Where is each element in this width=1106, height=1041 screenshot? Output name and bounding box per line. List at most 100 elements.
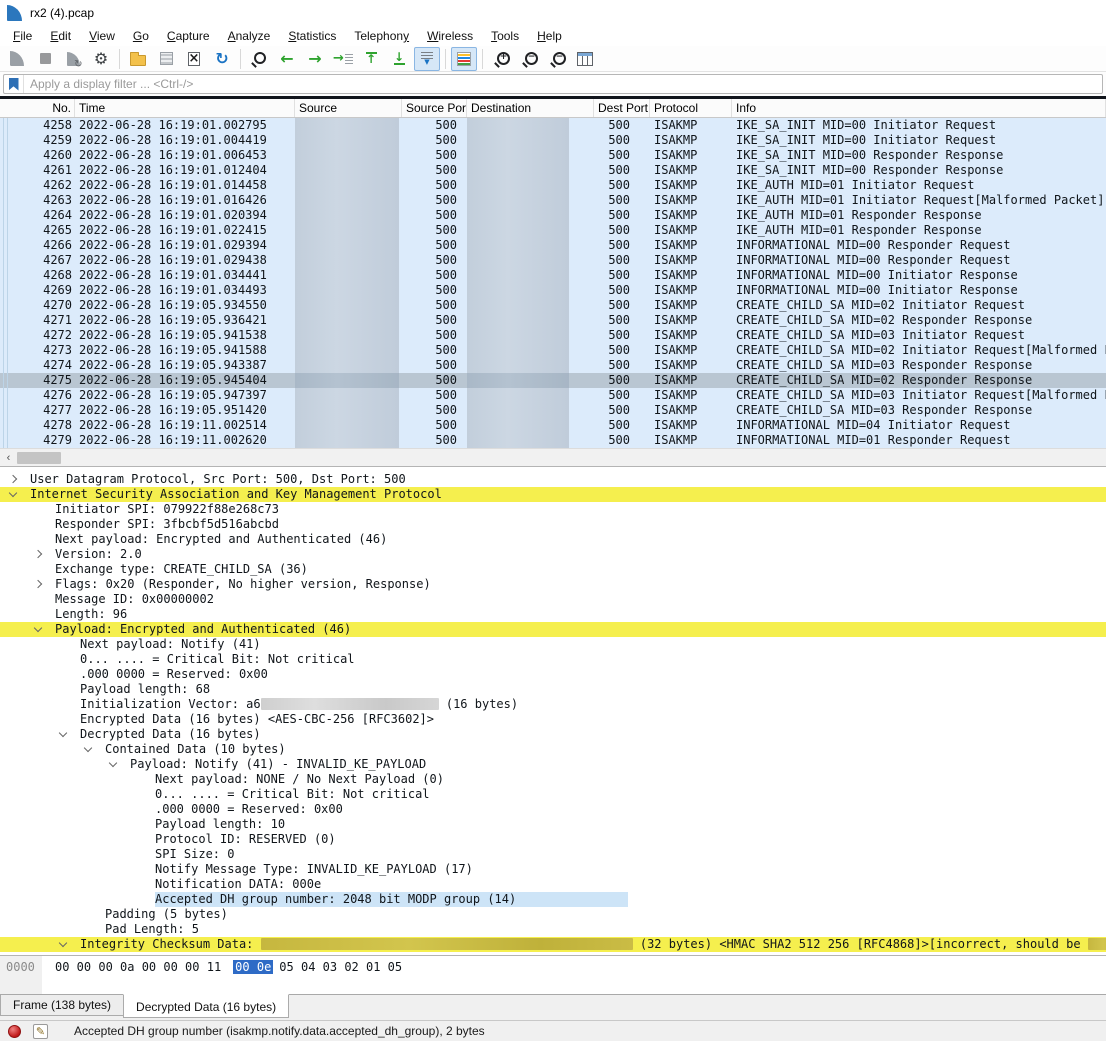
- detail-line[interactable]: Payload length: 10: [0, 817, 1106, 832]
- detail-line[interactable]: Initiator SPI: 079922f88e268c73: [0, 502, 1106, 517]
- packet-row[interactable]: 42632022-06-28 16:19:01.016426500500ISAK…: [0, 193, 1106, 208]
- packet-row[interactable]: 42792022-06-28 16:19:11.002620500500ISAK…: [0, 433, 1106, 448]
- menu-capture[interactable]: Capture: [158, 27, 219, 45]
- detail-line[interactable]: Payload length: 68: [0, 682, 1106, 697]
- detail-line[interactable]: Initialization Vector: a6 (16 bytes): [0, 697, 1106, 712]
- detail-line[interactable]: Integrity Checksum Data: (32 bytes) <HMA…: [0, 937, 1106, 952]
- menu-file[interactable]: File: [4, 27, 41, 45]
- detail-line[interactable]: 0... .... = Critical Bit: Not critical: [0, 652, 1106, 667]
- menu-tools[interactable]: Tools: [482, 27, 528, 45]
- go-forward-button[interactable]: [302, 47, 328, 71]
- resize-columns-button[interactable]: [572, 47, 598, 71]
- detail-line[interactable]: Encrypted Data (16 bytes) <AES-CBC-256 […: [0, 712, 1106, 727]
- menu-view[interactable]: View: [80, 27, 124, 45]
- packet-row[interactable]: 42682022-06-28 16:19:01.034441500500ISAK…: [0, 268, 1106, 283]
- packet-row[interactable]: 42602022-06-28 16:19:01.006453500500ISAK…: [0, 148, 1106, 163]
- packet-row[interactable]: 42772022-06-28 16:19:05.951420500500ISAK…: [0, 403, 1106, 418]
- reload-file-button[interactable]: [209, 47, 235, 71]
- packet-list-hscrollbar[interactable]: ‹: [0, 448, 1106, 466]
- hex-bytes-row[interactable]: 00 00 00 0a 00 00 00 11 00 0e 05 04 03 02 …: [42, 956, 402, 974]
- packet-row[interactable]: 42622022-06-28 16:19:01.014458500500ISAK…: [0, 178, 1106, 193]
- column-header-source[interactable]: Source: [295, 99, 402, 117]
- detail-line[interactable]: Next payload: NONE / No Next Payload (0): [0, 772, 1106, 787]
- packet-row[interactable]: 42642022-06-28 16:19:01.020394500500ISAK…: [0, 208, 1106, 223]
- packet-row[interactable]: 42782022-06-28 16:19:11.002514500500ISAK…: [0, 418, 1106, 433]
- capture-comment-icon[interactable]: [33, 1024, 48, 1039]
- display-filter-input[interactable]: [24, 77, 1102, 91]
- stop-capture-button[interactable]: [32, 47, 58, 71]
- detail-line[interactable]: Padding (5 bytes): [0, 907, 1106, 922]
- menu-go[interactable]: Go: [124, 27, 158, 45]
- packet-row[interactable]: 42652022-06-28 16:19:01.022415500500ISAK…: [0, 223, 1106, 238]
- expert-info-icon[interactable]: [8, 1025, 21, 1038]
- column-header-no[interactable]: No.: [0, 99, 75, 117]
- detail-line[interactable]: Length: 96: [0, 607, 1106, 622]
- packet-row[interactable]: 42662022-06-28 16:19:01.029394500500ISAK…: [0, 238, 1106, 253]
- packet-row[interactable]: 42612022-06-28 16:19:01.012404500500ISAK…: [0, 163, 1106, 178]
- zoom-original-button[interactable]: [544, 47, 570, 71]
- packet-row[interactable]: 42592022-06-28 16:19:01.004419500500ISAK…: [0, 133, 1106, 148]
- detail-line[interactable]: 0... .... = Critical Bit: Not critical: [0, 787, 1106, 802]
- hscrollbar-thumb[interactable]: [17, 452, 61, 464]
- restart-capture-button[interactable]: [60, 47, 86, 71]
- go-to-packet-button[interactable]: [330, 47, 356, 71]
- detail-line[interactable]: Protocol ID: RESERVED (0): [0, 832, 1106, 847]
- packet-row[interactable]: 42702022-06-28 16:19:05.934550500500ISAK…: [0, 298, 1106, 313]
- column-header-dest[interactable]: Destination: [467, 99, 594, 117]
- detail-line[interactable]: User Datagram Protocol, Src Port: 500, D…: [0, 472, 1106, 487]
- packet-row[interactable]: 42712022-06-28 16:19:05.936421500500ISAK…: [0, 313, 1106, 328]
- hex-bytes-before[interactable]: 00 00 00 0a 00 00 00 11: [55, 960, 221, 974]
- menu-wireless[interactable]: Wireless: [418, 27, 482, 45]
- packet-row[interactable]: 42752022-06-28 16:19:05.945404500500ISAK…: [0, 373, 1106, 388]
- colorize-button[interactable]: [451, 47, 477, 71]
- hex-bytes-after[interactable]: 05 04 03 02 01 05: [279, 960, 402, 974]
- scroll-left-arrow-icon[interactable]: ‹: [0, 449, 17, 466]
- menu-analyze[interactable]: Analyze: [219, 27, 280, 45]
- detail-line[interactable]: Version: 2.0: [0, 547, 1106, 562]
- hex-bytes-selected[interactable]: 00 0e: [233, 960, 273, 974]
- packet-row[interactable]: 42732022-06-28 16:19:05.941588500500ISAK…: [0, 343, 1106, 358]
- packet-row[interactable]: 42582022-06-28 16:19:01.002795500500ISAK…: [0, 118, 1106, 133]
- detail-line[interactable]: Next payload: Encrypted and Authenticate…: [0, 532, 1106, 547]
- detail-line[interactable]: Internet Security Association and Key Ma…: [0, 487, 1106, 502]
- column-header-srcport[interactable]: Source Port: [402, 99, 467, 117]
- detail-line[interactable]: Notification DATA: 000e: [0, 877, 1106, 892]
- packet-row[interactable]: 42742022-06-28 16:19:05.943387500500ISAK…: [0, 358, 1106, 373]
- go-to-top-button[interactable]: [358, 47, 384, 71]
- menu-statistics[interactable]: Statistics: [279, 27, 345, 45]
- detail-line[interactable]: Accepted DH group number: 2048 bit MODP …: [0, 892, 1106, 907]
- detail-line[interactable]: Notify Message Type: INVALID_KE_PAYLOAD …: [0, 862, 1106, 877]
- zoom-out-button[interactable]: [516, 47, 542, 71]
- auto-scroll-button[interactable]: [414, 47, 440, 71]
- packet-row[interactable]: 42762022-06-28 16:19:05.947397500500ISAK…: [0, 388, 1106, 403]
- detail-line[interactable]: Exchange type: CREATE_CHILD_SA (36): [0, 562, 1106, 577]
- close-file-button[interactable]: [181, 47, 207, 71]
- detail-line[interactable]: .000 0000 = Reserved: 0x00: [0, 667, 1106, 682]
- packet-row[interactable]: 42672022-06-28 16:19:01.029438500500ISAK…: [0, 253, 1106, 268]
- start-capture-button[interactable]: [4, 47, 30, 71]
- zoom-in-button[interactable]: [488, 47, 514, 71]
- column-header-time[interactable]: Time: [75, 99, 295, 117]
- detail-line[interactable]: Flags: 0x20 (Responder, No higher versio…: [0, 577, 1106, 592]
- detail-line[interactable]: Payload: Notify (41) - INVALID_KE_PAYLOA…: [0, 757, 1106, 772]
- detail-line[interactable]: SPI Size: 0: [0, 847, 1106, 862]
- tab-frame-138-bytes[interactable]: Frame (138 bytes): [0, 995, 124, 1016]
- menu-edit[interactable]: Edit: [41, 27, 80, 45]
- find-packet-button[interactable]: [246, 47, 272, 71]
- detail-line[interactable]: Pad Length: 5: [0, 922, 1106, 937]
- go-back-button[interactable]: [274, 47, 300, 71]
- packet-row[interactable]: 42722022-06-28 16:19:05.941538500500ISAK…: [0, 328, 1106, 343]
- menu-telephony[interactable]: Telephony: [345, 27, 418, 45]
- open-file-button[interactable]: [125, 47, 151, 71]
- detail-line[interactable]: Message ID: 0x00000002: [0, 592, 1106, 607]
- detail-line[interactable]: Payload: Encrypted and Authenticated (46…: [0, 622, 1106, 637]
- capture-options-button[interactable]: [88, 47, 114, 71]
- go-to-bottom-button[interactable]: [386, 47, 412, 71]
- column-header-protocol[interactable]: Protocol: [650, 99, 732, 117]
- save-file-button[interactable]: [153, 47, 179, 71]
- column-header-info[interactable]: Info: [732, 99, 1106, 117]
- detail-line[interactable]: Decrypted Data (16 bytes): [0, 727, 1106, 742]
- menu-help[interactable]: Help: [528, 27, 571, 45]
- tab-decrypted-data-16-bytes[interactable]: Decrypted Data (16 bytes): [123, 994, 289, 1018]
- display-filter-field[interactable]: [3, 74, 1103, 94]
